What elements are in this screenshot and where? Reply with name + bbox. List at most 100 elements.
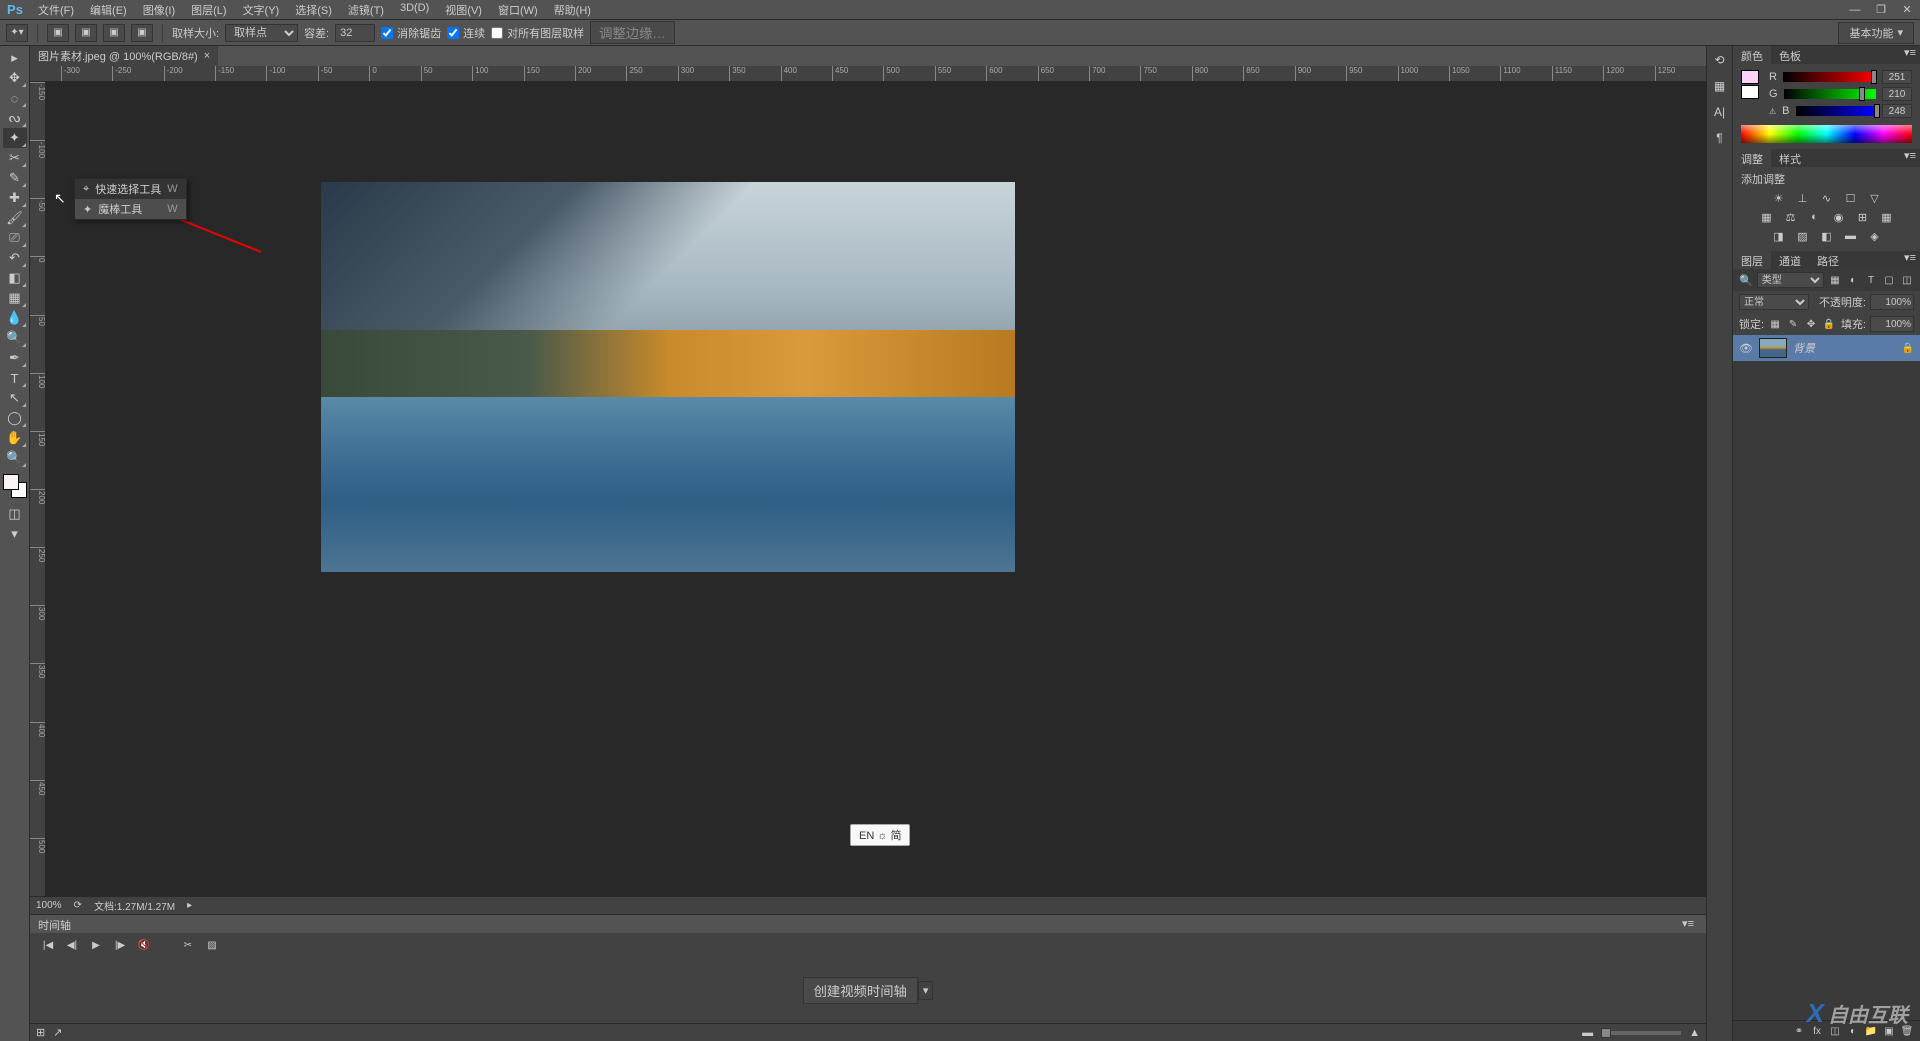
menu-image[interactable]: 图像(I) <box>135 0 183 20</box>
canvas-viewport[interactable] <box>46 82 1706 896</box>
audio-icon[interactable]: 🔇 <box>136 937 152 953</box>
all-layers-check[interactable]: 对所有图层取样 <box>491 25 584 41</box>
zoom-out-icon[interactable]: ▬ <box>1582 1027 1593 1039</box>
layer-name[interactable]: 背景 <box>1793 340 1815 356</box>
fg-chip[interactable] <box>1741 70 1759 84</box>
blend-mode-select[interactable]: 正常 <box>1739 294 1809 310</box>
path-select-tool[interactable]: ↖ <box>3 388 27 408</box>
quickmask-icon[interactable]: ◫ <box>3 504 27 524</box>
tab-close-icon[interactable]: × <box>204 50 210 62</box>
tab-color[interactable]: 颜色 <box>1733 46 1771 64</box>
zoom-tool[interactable]: 🔍 <box>3 448 27 468</box>
layer-thumbnail[interactable] <box>1759 338 1787 358</box>
next-frame-icon[interactable]: |▶ <box>112 937 128 953</box>
filter-kind-select[interactable]: 类型 <box>1757 272 1824 288</box>
eyedropper-tool[interactable]: ✎ <box>3 168 27 188</box>
filter-smart-icon[interactable]: ◫ <box>1900 273 1914 287</box>
tab-swatches[interactable]: 色板 <box>1771 46 1809 64</box>
character-icon[interactable]: A| <box>1710 102 1730 122</box>
panel-menu-icon[interactable]: ▾≡ <box>1900 149 1920 167</box>
brush-tool[interactable]: 🖌 <box>3 208 27 228</box>
antialias-check[interactable]: 消除锯齿 <box>381 25 441 41</box>
layer-item-background[interactable]: 👁 背景 🔒 <box>1733 335 1920 361</box>
selectivecolor-icon[interactable]: ◈ <box>1866 228 1884 244</box>
link-icon[interactable]: ⚭ <box>1792 1024 1806 1038</box>
foreground-color[interactable] <box>3 474 19 490</box>
filter-adjust-icon[interactable]: ◐ <box>1846 273 1860 287</box>
crop-tool[interactable]: ✂ <box>3 148 27 168</box>
stamp-tool[interactable]: ⎚ <box>3 228 27 248</box>
bg-chip[interactable] <box>1741 85 1759 99</box>
curves-icon[interactable]: ∿ <box>1818 190 1836 206</box>
filter-pixel-icon[interactable]: ▦ <box>1828 273 1842 287</box>
menu-3d[interactable]: 3D(D) <box>392 0 437 20</box>
pen-tool[interactable]: ✒ <box>3 348 27 368</box>
timeline-dropdown-icon[interactable]: ▾ <box>918 981 934 1000</box>
add-selection-icon[interactable]: ▣ <box>75 24 97 42</box>
properties-icon[interactable]: ▦ <box>1710 76 1730 96</box>
marquee-tool[interactable]: ◌ <box>3 88 27 108</box>
gradientmap-icon[interactable]: ▬ <box>1842 228 1860 244</box>
sample-size-select[interactable]: 取样点 <box>225 24 298 42</box>
tab-paths[interactable]: 路径 <box>1809 251 1847 269</box>
ruler-horizontal[interactable]: -300-250-200-150-100-5005010015020025030… <box>30 66 1706 82</box>
menu-select[interactable]: 选择(S) <box>287 0 340 20</box>
invert-icon[interactable]: ◨ <box>1770 228 1788 244</box>
ruler-vertical[interactable]: -150-100-5005010015020025030035040045050… <box>30 82 46 896</box>
play-icon[interactable]: ▶ <box>88 937 104 953</box>
vibrance-icon[interactable]: ▽ <box>1866 190 1884 206</box>
lock-pixel-icon[interactable]: ✎ <box>1786 317 1800 331</box>
refine-edge-button[interactable]: 调整边缘… <box>590 21 675 44</box>
subtract-selection-icon[interactable]: ▣ <box>103 24 125 42</box>
convert-icon[interactable]: ⊞ <box>36 1026 45 1039</box>
filter-shape-icon[interactable]: ▢ <box>1882 273 1896 287</box>
panel-menu-icon[interactable]: ▾≡ <box>1900 251 1920 269</box>
close-button[interactable]: ✕ <box>1894 0 1920 20</box>
transition-icon[interactable]: ▨ <box>204 937 220 953</box>
lock-transparent-icon[interactable]: ▦ <box>1768 317 1782 331</box>
channelmixer-icon[interactable]: ⊞ <box>1854 209 1872 225</box>
collapse-icon[interactable]: ▸ <box>3 48 27 68</box>
paragraph-icon[interactable]: ¶ <box>1710 128 1730 148</box>
r-slider[interactable] <box>1783 72 1876 82</box>
rotate-icon[interactable]: ⟳ <box>74 900 82 911</box>
lock-all-icon[interactable]: 🔒 <box>1822 317 1836 331</box>
eraser-tool[interactable]: ◧ <box>3 268 27 288</box>
doc-info[interactable]: 文档:1.27M/1.27M <box>94 898 175 913</box>
render-icon[interactable]: ↗ <box>53 1026 62 1039</box>
move-tool[interactable]: ✥ <box>3 68 27 88</box>
tab-styles[interactable]: 样式 <box>1771 149 1809 167</box>
dodge-tool[interactable]: 🔍 <box>3 328 27 348</box>
photofilter-icon[interactable]: ◉ <box>1830 209 1848 225</box>
gradient-tool[interactable]: ▦ <box>3 288 27 308</box>
lasso-tool[interactable]: ᔓ <box>3 108 27 128</box>
posterize-icon[interactable]: ▨ <box>1794 228 1812 244</box>
shape-tool[interactable]: ◯ <box>3 408 27 428</box>
menu-layer[interactable]: 图层(L) <box>183 0 234 20</box>
fill-input[interactable] <box>1870 316 1914 332</box>
g-value[interactable] <box>1882 87 1912 101</box>
flyout-magic-wand[interactable]: ✦ 魔棒工具 W <box>75 199 186 219</box>
blur-tool[interactable]: 💧 <box>3 308 27 328</box>
opacity-input[interactable] <box>1870 294 1914 310</box>
menu-type[interactable]: 文字(Y) <box>235 0 288 20</box>
history-brush-tool[interactable]: ↶ <box>3 248 27 268</box>
ime-indicator[interactable]: EN ☼ 简 <box>850 824 910 846</box>
maximize-button[interactable]: ❐ <box>1868 0 1894 20</box>
minimize-button[interactable]: — <box>1842 0 1868 20</box>
hand-tool[interactable]: ✋ <box>3 428 27 448</box>
b-value[interactable] <box>1882 104 1912 118</box>
levels-icon[interactable]: ⊥ <box>1794 190 1812 206</box>
screenmode-icon[interactable]: ▾ <box>3 524 27 544</box>
lock-position-icon[interactable]: ✥ <box>1804 317 1818 331</box>
bw-icon[interactable]: ◐ <box>1806 209 1824 225</box>
color-swatch[interactable] <box>3 474 27 498</box>
create-timeline-button[interactable]: 创建视频时间轴 <box>803 977 918 1004</box>
workspace-switcher[interactable]: 基本功能▾ <box>1838 22 1914 44</box>
brightness-icon[interactable]: ☀ <box>1770 190 1788 206</box>
g-slider[interactable] <box>1784 89 1876 99</box>
new-selection-icon[interactable]: ▣ <box>47 24 69 42</box>
prev-frame-icon[interactable]: ◀| <box>64 937 80 953</box>
hue-icon[interactable]: ▦ <box>1758 209 1776 225</box>
filter-type-icon[interactable]: T <box>1864 273 1878 287</box>
